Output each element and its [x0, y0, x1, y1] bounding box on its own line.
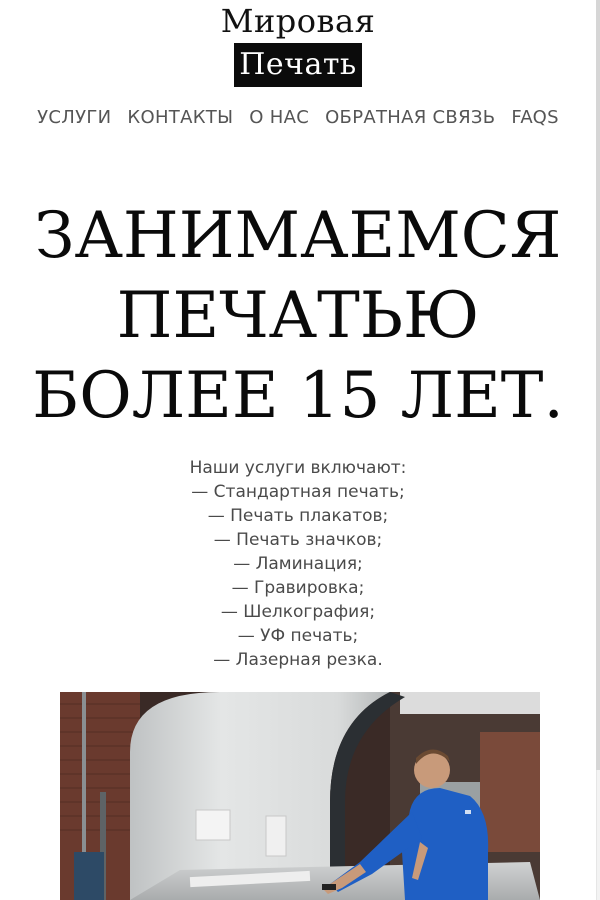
service-item: — Шелкография;	[220, 602, 376, 622]
logo-line1: Мировая	[220, 2, 376, 40]
logo-line2: Печать	[234, 43, 362, 87]
hero-line-3: БОЛЕЕ 15 ЛЕТ.	[32, 359, 564, 433]
hero-line-2: ПЕЧАТЬЮ	[116, 279, 480, 353]
nav-link-services[interactable]: УСЛУГИ	[37, 106, 111, 130]
scrollbar-thumb[interactable]	[596, 0, 600, 770]
nav-link-faqs[interactable]: FAQS	[511, 106, 559, 130]
services-intro: Наши услуги включают:	[189, 458, 407, 478]
print-shop-photo	[60, 692, 540, 900]
service-item: — Гравировка;	[231, 578, 365, 598]
service-item: — Стандартная печать;	[191, 482, 405, 502]
service-item: — Лазерная резка.	[213, 650, 383, 670]
main-nav: УСЛУГИ КОНТАКТЫ О НАС ОБРАТНАЯ СВЯЗЬ FAQ…	[0, 106, 596, 130]
service-item: — Печать плакатов;	[207, 506, 389, 526]
scrollbar-track[interactable]	[596, 0, 600, 900]
services-list: Наши услуги включают: — Стандартная печа…	[0, 456, 596, 672]
page: Мировая Печать УСЛУГИ КОНТАКТЫ О НАС ОБР…	[0, 0, 596, 900]
nav-link-about[interactable]: О НАС	[249, 106, 309, 130]
service-item: — Ламинация;	[233, 554, 363, 574]
logo[interactable]: Мировая Печать	[0, 2, 596, 87]
hero-line-1: ЗАНИМАЕМСЯ	[34, 199, 562, 273]
service-item: — УФ печать;	[237, 626, 359, 646]
nav-link-contacts[interactable]: КОНТАКТЫ	[127, 106, 233, 130]
hero-heading: ЗАНИМАЕМСЯ ПЕЧАТЬЮ БОЛЕЕ 15 ЛЕТ.	[0, 196, 596, 436]
nav-link-feedback[interactable]: ОБРАТНАЯ СВЯЗЬ	[325, 106, 495, 130]
service-item: — Печать значков;	[213, 530, 383, 550]
